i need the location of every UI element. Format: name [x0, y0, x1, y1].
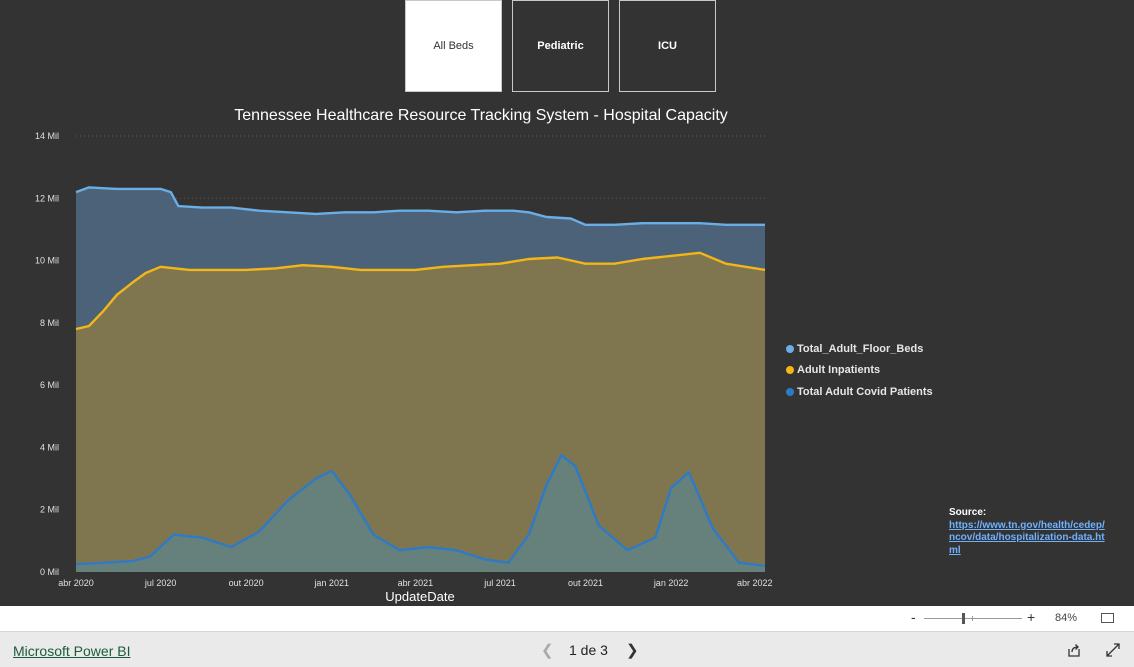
- expand-icon[interactable]: [1106, 643, 1120, 657]
- zoom-slider-tick: [972, 616, 973, 621]
- source-note: Source: https://www.tn.gov/health/cedep/…: [949, 507, 1109, 557]
- x-tick-label: abr 2020: [58, 578, 94, 588]
- legend-dot: [786, 344, 794, 353]
- y-tick-label: 14 Mil: [35, 131, 59, 141]
- fit-to-page-icon[interactable]: [1101, 613, 1114, 623]
- share-icon[interactable]: [1067, 643, 1081, 657]
- y-tick-label: 6 Mil: [40, 380, 59, 390]
- legend-dot: [786, 366, 794, 375]
- y-tick-label: 10 Mil: [35, 256, 59, 266]
- chart-legend: Total_Adult_Floor_Beds Adult Inpatients …: [786, 338, 933, 403]
- x-axis-title: UpdateDate: [385, 589, 454, 604]
- x-tick-label: jul 2020: [144, 578, 177, 588]
- zoom-level: 84%: [1055, 612, 1078, 624]
- chart-title: Tennessee Healthcare Resource Tracking S…: [234, 107, 728, 124]
- y-tick-label: 2 Mil: [40, 505, 59, 515]
- x-tick-label: jan 2021: [313, 578, 349, 588]
- zoom-slider-track[interactable]: [924, 618, 1022, 619]
- chevron-right-icon[interactable]: ❯: [626, 641, 639, 659]
- y-tick-label: 8 Mil: [40, 318, 59, 328]
- legend-item-floor-beds[interactable]: Total_Adult_Floor_Beds: [786, 338, 933, 360]
- x-tick-label: out 2021: [568, 578, 603, 588]
- report-canvas: All Beds Pediatric ICU Tennessee Healthc…: [0, 0, 1134, 606]
- zoom-out-button[interactable]: -: [911, 609, 916, 625]
- legend-label: Adult Inpatients: [797, 364, 881, 377]
- zoom-in-button[interactable]: +: [1027, 609, 1035, 625]
- y-tick-label: 4 Mil: [40, 442, 59, 452]
- y-tick-label: 0 Mil: [40, 567, 59, 577]
- power-bi-link[interactable]: Microsoft Power BI: [13, 643, 130, 659]
- x-tick-label: abr 2022: [737, 578, 773, 588]
- legend-item-adult-inpatients[interactable]: Adult Inpatients: [786, 360, 933, 382]
- x-tick-label: abr 2021: [398, 578, 434, 588]
- legend-label: Total_Adult_Floor_Beds: [797, 342, 924, 355]
- chevron-left-icon[interactable]: ❮: [541, 641, 554, 659]
- source-label: Source:: [949, 507, 987, 518]
- zoom-bar: - + 84%: [0, 606, 1134, 632]
- x-tick-label: jul 2021: [483, 578, 516, 588]
- footer-bar: Microsoft Power BI ❮ 1 de 3 ❯: [0, 632, 1134, 667]
- legend-item-covid-patients[interactable]: Total Adult Covid Patients: [786, 381, 933, 403]
- x-tick-label: jan 2022: [653, 578, 689, 588]
- y-tick-label: 12 Mil: [35, 193, 59, 203]
- source-link[interactable]: https://www.tn.gov/health/cedep/ncov/dat…: [949, 520, 1105, 556]
- legend-dot: [786, 387, 794, 396]
- page-indicator: 1 de 3: [569, 642, 608, 658]
- zoom-slider-thumb[interactable]: [962, 613, 965, 624]
- x-tick-label: out 2020: [229, 578, 264, 588]
- legend-label: Total Adult Covid Patients: [797, 385, 933, 398]
